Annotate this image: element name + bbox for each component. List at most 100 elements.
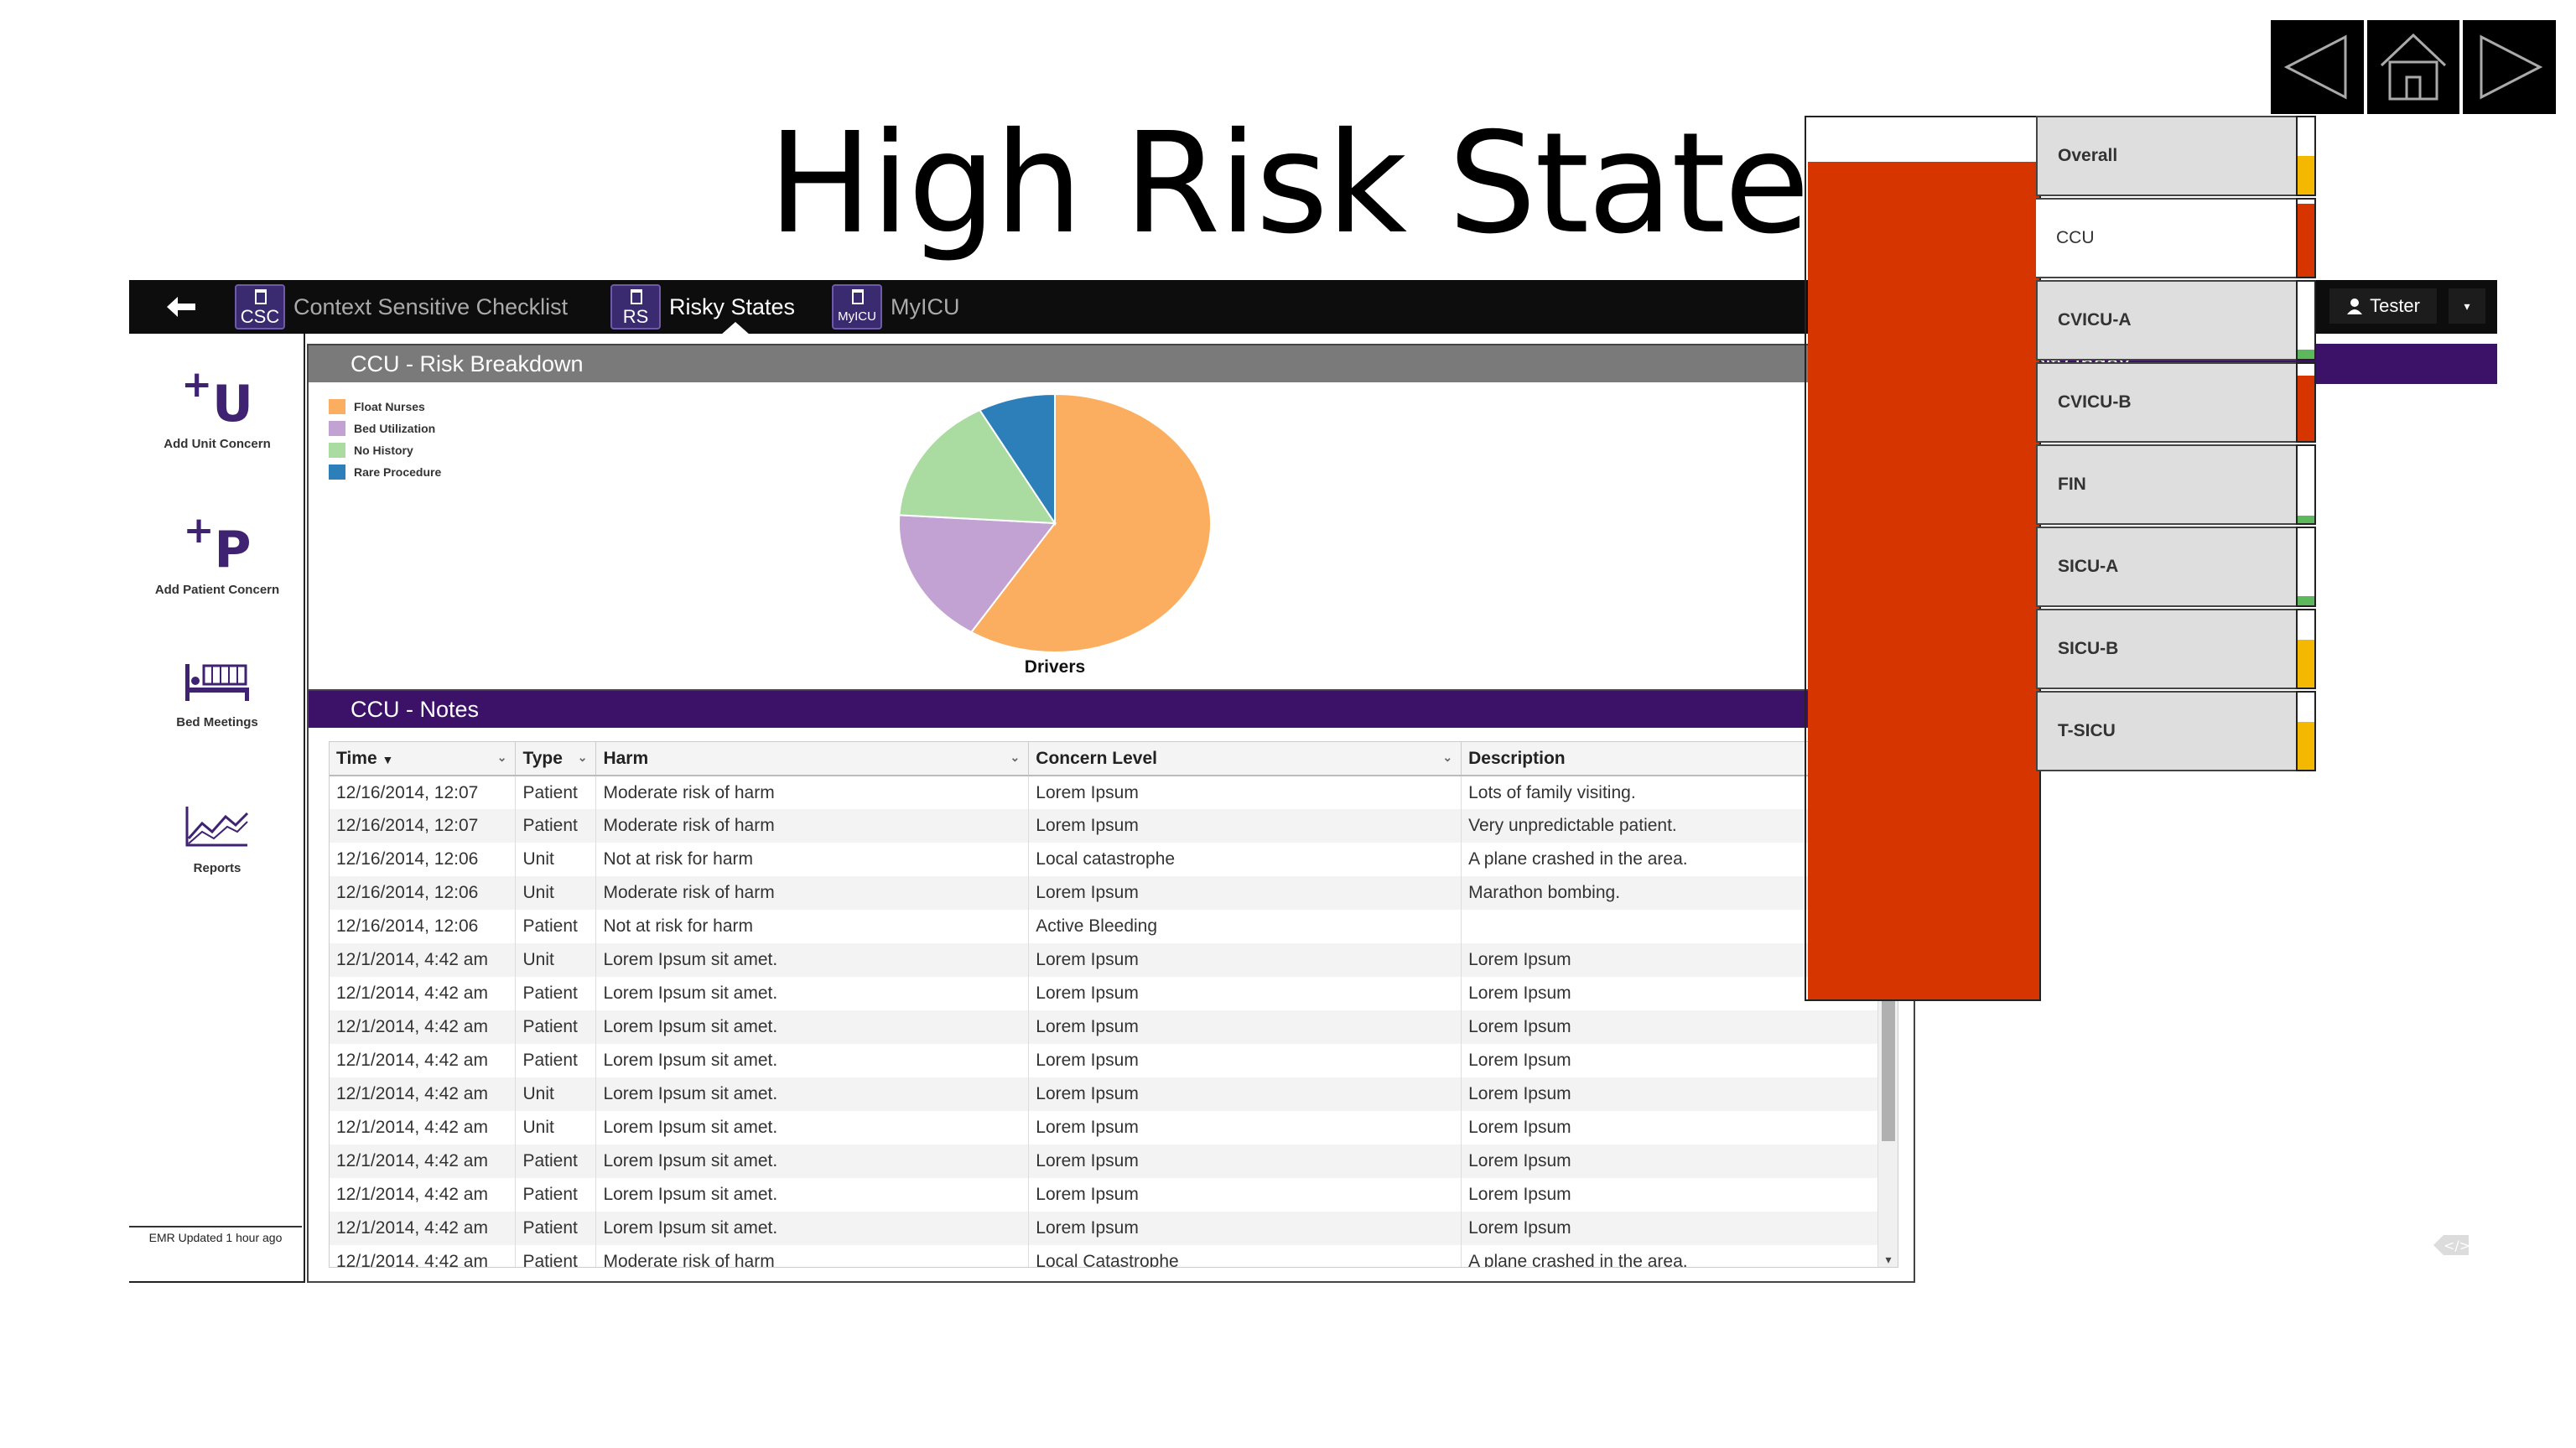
table-row[interactable]: 12/16/2014, 12:06 Unit Not at risk for har… [330, 843, 1881, 876]
unit-status-indicator [2296, 280, 2316, 361]
legend-label: Bed Utilization [354, 422, 436, 435]
cell-type: Patient [515, 1010, 597, 1044]
user-menu[interactable]: Tester [2329, 288, 2437, 324]
column-header-time[interactable]: Time ▼ ⌄ [330, 742, 517, 776]
unit-status-fill [2298, 639, 2314, 688]
user-icon [2347, 298, 2363, 314]
unit-button-fin[interactable]: FIN [2036, 444, 2301, 525]
reports-chart-icon [185, 807, 249, 847]
legend-swatch [329, 465, 345, 480]
add-patient-concern-button[interactable]: +P Add Patient Concern [129, 509, 305, 597]
sidebar-item-label: Reports [193, 861, 242, 875]
cell-concern-level: Local catastrophe [1028, 843, 1462, 876]
unit-button-sicu-b[interactable]: SICU-B [2036, 609, 2301, 689]
cell-harm: Moderate risk of harm [595, 1245, 1030, 1267]
back-button[interactable] [158, 288, 205, 325]
cell-description: Lorem Ipsum [1461, 1044, 1881, 1077]
intensity-bar-frame [1805, 116, 2041, 1001]
cell-harm: Lorem Ipsum sit amet. [595, 977, 1030, 1010]
unit-button-sicu-a[interactable]: SICU-A [2036, 527, 2301, 607]
cell-harm: Not at risk for harm [595, 843, 1030, 876]
table-row[interactable]: 12/1/2014, 4:42 am Patient Lorem Ipsum sit… [330, 1010, 1881, 1044]
legend-item: Float Nurses [329, 396, 441, 418]
table-row[interactable]: 12/1/2014, 4:42 am Patient Lorem Ipsum sit… [330, 1144, 1881, 1178]
cell-concern-level: Lorem Ipsum [1028, 776, 1462, 809]
cell-concern-level: Lorem Ipsum [1028, 1178, 1462, 1212]
cell-type: Patient [515, 910, 597, 943]
bed-meetings-button[interactable]: Bed Meetings [129, 657, 305, 729]
unit-button-t-sicu[interactable]: T-SICU [2036, 691, 2301, 771]
column-header-type[interactable]: Type ⌄ [515, 742, 597, 776]
tab-label: Risky States [669, 293, 796, 319]
unit-button-cvicu-b[interactable]: CVICU-B [2036, 362, 2301, 443]
reports-button[interactable]: Reports [129, 803, 305, 875]
cell-time: 12/16/2014, 12:06 [330, 843, 517, 876]
cell-concern-level: Lorem Ipsum [1028, 809, 1462, 843]
cell-concern-level: Lorem Ipsum [1028, 977, 1462, 1010]
cell-time: 12/1/2014, 4:42 am [330, 1044, 517, 1077]
cell-time: 12/1/2014, 4:42 am [330, 1212, 517, 1245]
cell-description: Lorem Ipsum [1461, 1178, 1881, 1212]
cell-concern-level: Lorem Ipsum [1028, 943, 1462, 977]
scroll-down-arrow-icon[interactable]: ▾ [1878, 1253, 1898, 1267]
cell-time: 12/1/2014, 4:42 am [330, 1245, 517, 1267]
cell-concern-level: Lorem Ipsum [1028, 1144, 1462, 1178]
table-row[interactable]: 12/1/2014, 4:42 am Patient Lorem Ipsum sit… [330, 1044, 1881, 1077]
column-header-harm[interactable]: Harm ⌄ [595, 742, 1030, 776]
cell-time: 12/16/2014, 12:07 [330, 809, 517, 843]
tab-context-sensitive-checklist[interactable]: CSC Context Sensitive Checklist [235, 283, 568, 330]
table-header-row: Time ▼ ⌄ Type ⌄ Harm ⌄ Concern Level ⌄ Descr… [330, 742, 1881, 776]
unit-status-indicator [2296, 691, 2316, 771]
notes-panel: CCU - Notes Time ▼ ⌄ Type ⌄ Harm ⌄ Concern … [307, 691, 1915, 1283]
cell-concern-level: Lorem Ipsum [1028, 1010, 1462, 1044]
notes-title: CCU - Notes [309, 691, 1914, 728]
table-row[interactable]: 12/16/2014, 12:07 Patient Moderate risk of… [330, 809, 1881, 843]
column-header-concern-level[interactable]: Concern Level ⌄ [1028, 742, 1462, 776]
table-row[interactable]: 12/16/2014, 12:06 Unit Moderate risk of ha… [330, 876, 1881, 910]
next-slide-button[interactable] [2463, 20, 2557, 114]
table-row[interactable]: 12/1/2014, 4:42 am Patient Lorem Ipsum sit… [330, 1178, 1881, 1212]
cell-time: 12/1/2014, 4:42 am [330, 1077, 517, 1111]
user-menu-dropdown[interactable]: ▾ [2449, 288, 2485, 324]
cell-time: 12/16/2014, 12:06 [330, 876, 517, 910]
tab-myicu[interactable]: MyICU MyICU [832, 283, 960, 330]
legend-label: Float Nurses [354, 400, 425, 413]
cell-type: Unit [515, 1077, 597, 1111]
unit-button-cvicu-a[interactable]: CVICU-A [2036, 280, 2301, 361]
cell-concern-level: Lorem Ipsum [1028, 876, 1462, 910]
chevron-down-icon: ⌄ [496, 750, 507, 764]
unit-button-ccu[interactable]: CCU [2036, 198, 2301, 278]
cell-concern-level: Active Bleeding [1028, 910, 1462, 943]
unit-status-fill [2298, 375, 2314, 441]
table-row[interactable]: 12/1/2014, 4:42 am Unit Lorem Ipsum sit am… [330, 1111, 1881, 1144]
cell-type: Unit [515, 1111, 597, 1144]
table-row[interactable]: 12/1/2014, 4:42 am Patient Lorem Ipsum sit… [330, 977, 1881, 1010]
table-row[interactable]: 12/1/2014, 4:42 am Patient Lorem Ipsum sit… [330, 1212, 1881, 1245]
table-row[interactable]: 12/16/2014, 12:07 Patient Moderate risk of… [330, 776, 1881, 809]
cell-time: 12/16/2014, 12:06 [330, 910, 517, 943]
legend-label: Rare Procedure [354, 465, 442, 479]
tab-risky-states[interactable]: RS Risky States [610, 283, 795, 330]
cell-harm: Lorem Ipsum sit amet. [595, 1178, 1030, 1212]
cell-harm: Lorem Ipsum sit amet. [595, 943, 1030, 977]
unit-status-indicator [2296, 116, 2316, 196]
notes-table: Time ▼ ⌄ Type ⌄ Harm ⌄ Concern Level ⌄ Descr… [330, 742, 1881, 1267]
previous-slide-button[interactable] [2271, 20, 2364, 114]
left-sidebar: +U Add Unit Concern +P Add Patient Conce… [129, 334, 305, 1283]
unit-button-overall[interactable]: Overall [2036, 116, 2301, 196]
icu-intensity-index-panel: Overall CCU CVICU-A CVICU-B FIN SICU-A SICU-B T… [1805, 116, 2329, 1003]
unit-status-fill [2298, 515, 2314, 523]
cell-concern-level: Lorem Ipsum [1028, 1044, 1462, 1077]
tab-label: MyICU [891, 293, 960, 319]
home-slide-button[interactable] [2366, 20, 2460, 114]
sort-desc-icon: ▼ [382, 752, 394, 766]
add-unit-concern-button[interactable]: +U Add Unit Concern [129, 363, 305, 451]
chevron-down-icon: ⌄ [577, 750, 588, 764]
table-row[interactable]: 12/1/2014, 4:42 am Patient Moderate risk o… [330, 1245, 1881, 1267]
cell-description: Lorem Ipsum [1461, 1212, 1881, 1245]
table-row[interactable]: 12/16/2014, 12:06 Patient Not at risk for … [330, 910, 1881, 943]
cell-concern-level: Lorem Ipsum [1028, 1212, 1462, 1245]
table-row[interactable]: 12/1/2014, 4:42 am Unit Lorem Ipsum sit am… [330, 943, 1881, 977]
cell-harm: Lorem Ipsum sit amet. [595, 1111, 1030, 1144]
table-row[interactable]: 12/1/2014, 4:42 am Unit Lorem Ipsum sit am… [330, 1077, 1881, 1111]
